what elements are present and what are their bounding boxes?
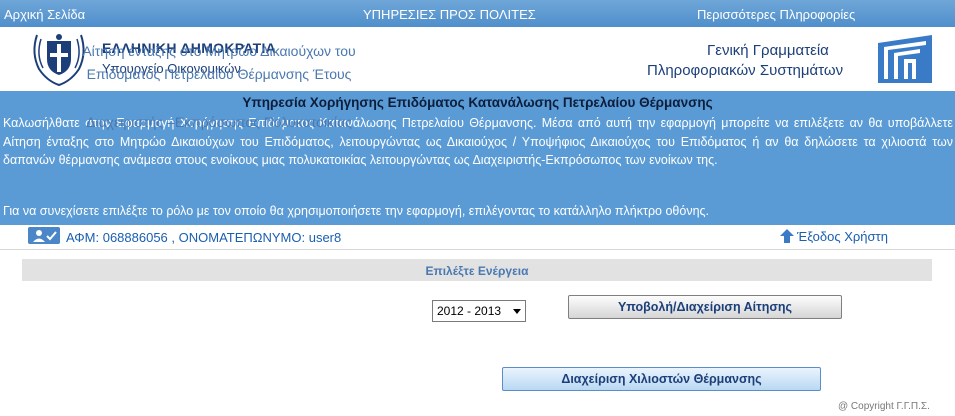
year-selected-value: 2012 - 2013 [437, 304, 502, 318]
application-label-line2: Επιδόματος Πετρελαίου Θέρμανσης Έτους [86, 66, 352, 82]
gsis-title-line1: Γενική Γραμματεία [707, 42, 829, 59]
divider [0, 249, 955, 250]
user-verified-icon [28, 227, 60, 244]
citizen-services-link[interactable]: ΥΠΗΡΕΣΙΕΣ ΠΡΟΣ ΠΟΛΙΤΕΣ [363, 7, 536, 22]
manage-heating-shares-button[interactable]: Διαχείριση Χιλιοστών Θέρμανσης [502, 367, 821, 391]
application-label: Αίτηση ένταξης στο Μητρώο Δικαιούχων του… [24, 40, 414, 86]
top-nav-bar: Αρχική Σελίδα ΥΠΗΡΕΣΙΕΣ ΠΡΟΣ ΠΟΛΙΤΕΣ Περ… [0, 0, 955, 27]
logout-label: Έξοδος Χρήστη [797, 229, 888, 244]
gsis-logo [878, 35, 932, 83]
arrow-up-icon [780, 229, 794, 243]
user-info-row: ΑΦΜ: 068886056 , ΟΝΟΜΑΤΕΠΩΝΥΜΟ: user8 Έξ… [0, 225, 955, 249]
service-title: Υπηρεσία Χορήγησης Επιδόματος Κατανάλωση… [242, 95, 713, 110]
application-label-line1: Αίτηση ένταξης στο Μητρώο Δικαιούχων του [82, 43, 356, 59]
panel-header: Επιλέξτε Ενέργεια [22, 258, 932, 282]
submit-application-button[interactable]: Υποβολή/Διαχείριση Αίτησης [568, 295, 842, 319]
year-select[interactable]: 2012 - 2013 [432, 300, 526, 322]
home-link[interactable]: Αρχική Σελίδα [4, 7, 85, 22]
user-identity: ΑΦΜ: 068886056 , ΟΝΟΜΑΤΕΠΩΝΥΜΟ: user8 [66, 230, 342, 245]
copyright: @ Copyright Γ.Γ.Π.Σ. [838, 401, 930, 412]
manager-label: Διαχειριστής –Εκπρόσωπος Πολυκατοικίας [86, 114, 352, 130]
gsis-title-line2: Πληροφοριακών Συστημάτων [647, 62, 844, 79]
instruction-text: Για να συνεχίσετε επιλέξτε το ρόλο με το… [3, 204, 710, 218]
welcome-banner: Υπηρεσία Χορήγησης Επιδόματος Κατανάλωση… [0, 91, 955, 225]
chevron-down-icon [513, 309, 521, 314]
panel-heading: Επιλέξτε Ενέργεια [425, 264, 529, 278]
logout-link[interactable]: Έξοδος Χρήστη [780, 229, 888, 244]
more-info-link[interactable]: Περισσότερες Πληροφορίες [697, 7, 855, 22]
